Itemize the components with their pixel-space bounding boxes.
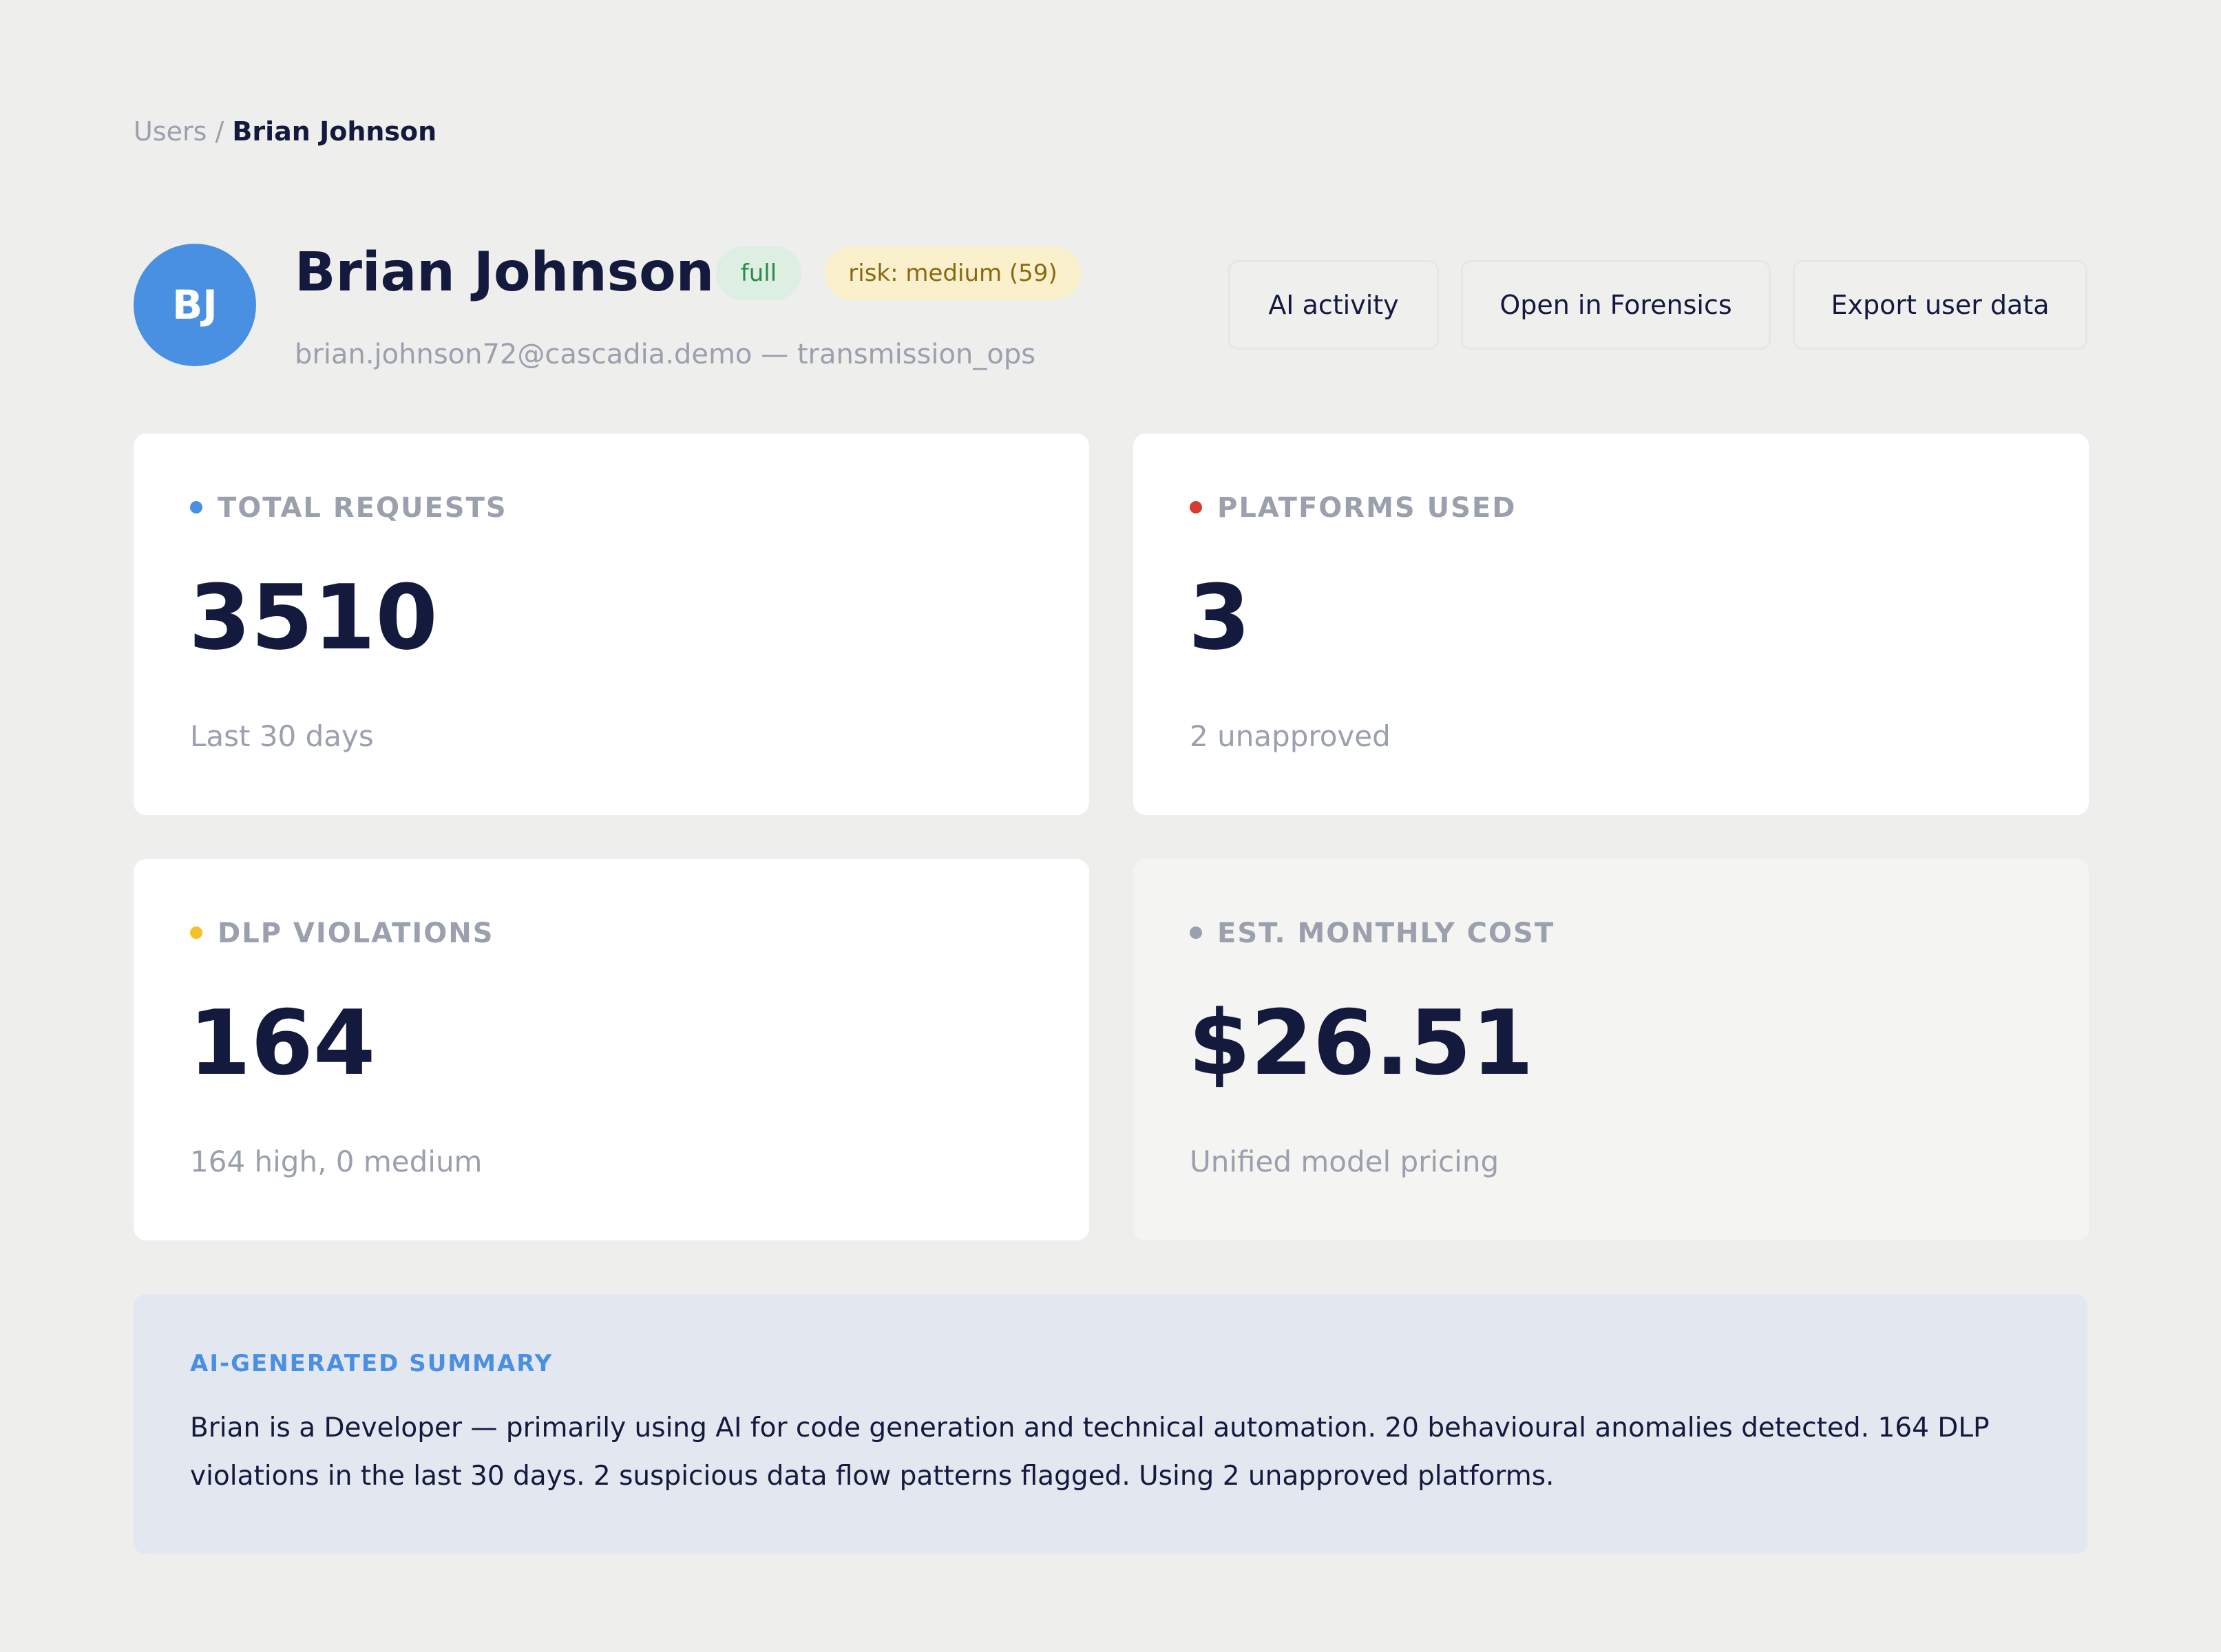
stat-card-total-requests: TOTAL REQUESTS 3510 Last 30 days — [134, 434, 1089, 815]
export-user-data-button-label: Export user data — [1831, 290, 2050, 320]
breadcrumb-separator: / — [215, 116, 224, 147]
status-dot-icon — [1190, 926, 1202, 939]
ai-activity-button-label: AI activity — [1268, 290, 1399, 320]
stat-label: EST. MONTHLY COST — [1217, 918, 1555, 949]
avatar: BJ — [134, 244, 256, 366]
open-in-forensics-button-label: Open in Forensics — [1499, 290, 1732, 320]
stat-card-dlp-violations: DLP VIOLATIONS 164 164 high, 0 medium — [134, 859, 1089, 1240]
access-badge: full — [716, 246, 801, 300]
avatar-initials: BJ — [172, 282, 218, 328]
ai-summary-panel: AI-GENERATED SUMMARY Brian is a Develope… — [134, 1294, 2087, 1554]
open-in-forensics-button[interactable]: Open in Forensics — [1461, 260, 1771, 350]
stat-value: 164 — [189, 991, 376, 1095]
ai-activity-button[interactable]: AI activity — [1228, 260, 1439, 350]
risk-badge: risk: medium (59) — [825, 246, 1081, 300]
stat-subtext: 164 high, 0 medium — [190, 1145, 483, 1178]
breadcrumb: Users / Brian Johnson — [134, 114, 436, 149]
stat-label: DLP VIOLATIONS — [218, 918, 494, 949]
breadcrumb-current: Brian Johnson — [232, 116, 437, 147]
user-detail-page: Users / Brian Johnson BJ Brian Johnson f… — [0, 0, 2221, 1652]
ai-summary-text: Brian is a Developer — primarily using A… — [190, 1412, 1990, 1492]
breadcrumb-parent-link[interactable]: Users — [134, 116, 207, 147]
stat-card-platforms-used: PLATFORMS USED 3 2 unapproved — [1133, 434, 2089, 815]
stat-value: 3 — [1188, 565, 1251, 670]
status-dot-icon — [190, 501, 202, 513]
stat-subtext: Unified model pricing — [1190, 1145, 1499, 1178]
stat-value: 3510 — [189, 565, 438, 670]
stat-subtext: Last 30 days — [190, 719, 374, 753]
status-dot-icon — [1190, 501, 1202, 513]
stat-label: PLATFORMS USED — [1217, 492, 1517, 524]
status-dot-icon — [190, 926, 202, 939]
stat-card-est-monthly-cost: EST. MONTHLY COST $26.51 Unified model p… — [1133, 859, 2089, 1240]
stat-value: $26.51 — [1188, 991, 1534, 1095]
ai-summary-heading: AI-GENERATED SUMMARY — [190, 1350, 554, 1377]
user-email-role: brian.johnson72@cascadia.demo — transmis… — [295, 339, 1036, 370]
stat-label: TOTAL REQUESTS — [218, 492, 507, 524]
page-title: Brian Johnson — [295, 242, 715, 304]
stat-subtext: 2 unapproved — [1190, 719, 1391, 753]
export-user-data-button[interactable]: Export user data — [1793, 260, 2087, 350]
